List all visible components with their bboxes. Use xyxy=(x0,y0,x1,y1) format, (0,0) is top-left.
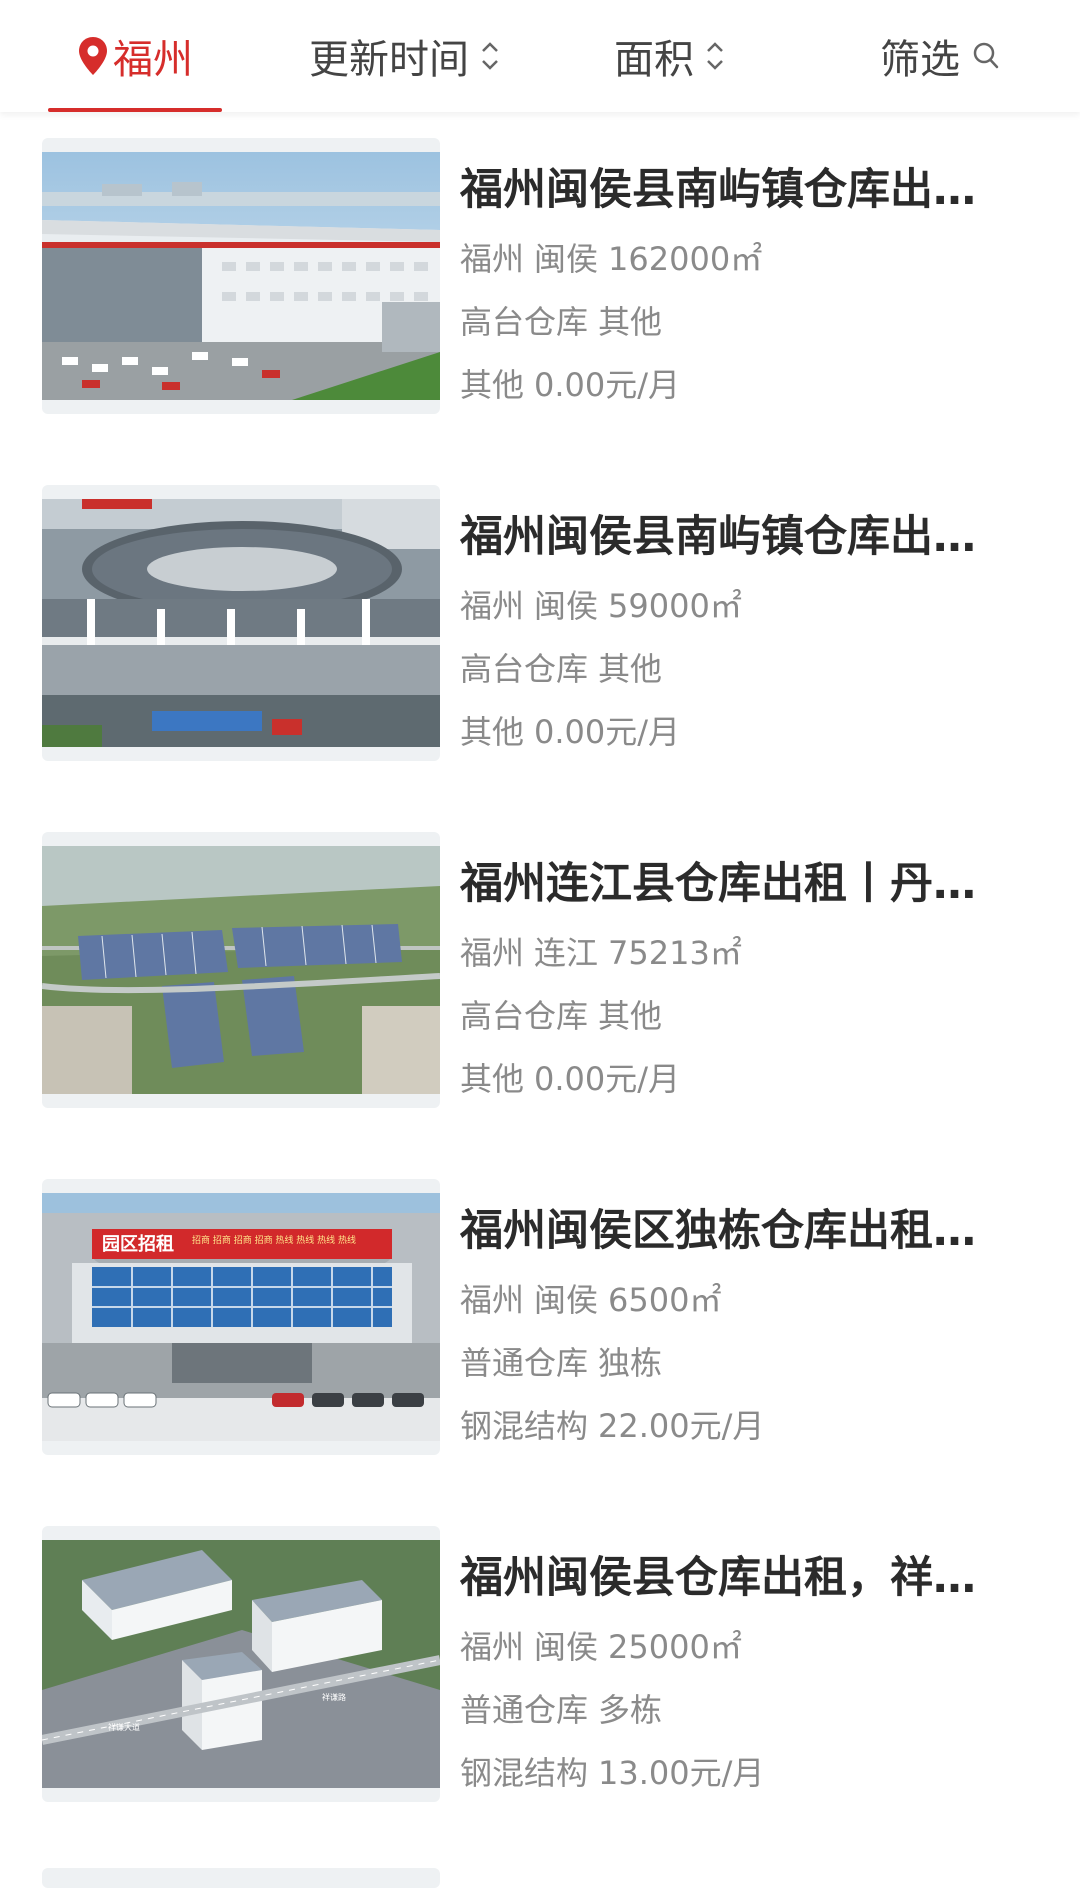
listing-location: 福州 连江 75213㎡ xyxy=(460,929,1020,977)
warehouse-photo xyxy=(42,499,440,747)
listing-structure: 钢混结构 xyxy=(460,1754,589,1792)
listing-price: 其他 0.00元/月 xyxy=(460,1055,1020,1103)
listing-city: 福州 xyxy=(460,240,525,278)
listing-location: 福州 闽侯 6500㎡ xyxy=(460,1276,1020,1324)
warehouse-photo xyxy=(42,846,440,1094)
listing-structure: 其他 xyxy=(460,713,525,751)
listing-info: 福州闽侯县南屿镇仓库出… 福州 闽侯 59000㎡ 高台仓库 其他 其他 0.00元/月 xyxy=(460,507,1020,756)
listing-price-value: 0.00元/月 xyxy=(534,713,681,751)
warehouse-photo: 园区招租 招商 招商 招商 招商 热线 热线 热线 热线 xyxy=(42,1193,440,1441)
tab-time-label: 更新时间 xyxy=(309,37,469,83)
listing-thumbnail xyxy=(42,138,440,414)
listing-title[interactable]: 福州连江县仓库出租丨丹… xyxy=(460,854,1020,914)
listing-city: 福州 xyxy=(460,587,525,625)
listing-location: 福州 闽侯 25000㎡ xyxy=(460,1623,1020,1671)
listing-price-value: 0.00元/月 xyxy=(534,1060,681,1098)
listing-structure-type: 其他 xyxy=(598,303,663,341)
listing-card[interactable]: 福州闽侯县南屿镇仓库出… 福州 闽侯 162000㎡ 高台仓库 其他 其他 0.00元/… xyxy=(0,138,1080,438)
sort-updown-icon xyxy=(482,42,498,70)
listing-price: 其他 0.00元/月 xyxy=(460,361,1020,409)
listing-warehouse-type: 高台仓库 xyxy=(460,650,589,688)
banner-small-text: 招商 招商 招商 招商 热线 热线 热线 热线 xyxy=(192,1234,356,1246)
tab-sort-update-time[interactable]: 更新时间 xyxy=(290,0,520,112)
listing-thumbnail: 园区招租 招商 招商 招商 招商 热线 热线 热线 热线 xyxy=(42,1179,440,1455)
tab-city-label: 福州 xyxy=(113,37,193,83)
listing-structure-type: 多栋 xyxy=(598,1691,663,1729)
listing-thumbnail: 祥谦大道 祥谦路 xyxy=(42,1526,440,1802)
listing-structure: 其他 xyxy=(460,1060,525,1098)
listing-structure: 其他 xyxy=(460,366,525,404)
tab-area-label: 面积 xyxy=(614,37,694,83)
listing-area: 25000㎡ xyxy=(608,1628,742,1666)
listing-card[interactable]: 园区招租 招商 招商 招商 招商 热线 热线 热线 热线 福州闽侯区独栋仓库出租… xyxy=(0,1179,1080,1479)
tab-sort-area[interactable]: 面积 xyxy=(600,0,740,112)
location-pin-icon xyxy=(79,37,107,75)
listing-type: 高台仓库 其他 xyxy=(460,992,1020,1040)
listing-district: 闽侯 xyxy=(534,1281,599,1319)
listing-title[interactable]: 福州闽侯县南屿镇仓库出… xyxy=(460,160,1020,220)
listing-area: 162000㎡ xyxy=(608,240,763,278)
listing-location: 福州 闽侯 59000㎡ xyxy=(460,582,1020,630)
listing-info: 福州闽侯县南屿镇仓库出… 福州 闽侯 162000㎡ 高台仓库 其他 其他 0.00元/… xyxy=(460,160,1020,409)
tab-city[interactable]: 福州 xyxy=(48,0,222,112)
road-label: 祥谦大道 xyxy=(108,1722,140,1732)
warehouse-photo: 祥谦大道 祥谦路 xyxy=(42,1540,440,1788)
listing-structure-type: 独栋 xyxy=(598,1344,663,1382)
listing-card-partial[interactable] xyxy=(42,1868,440,1888)
listing-district: 闽侯 xyxy=(534,587,599,625)
listing-area: 6500㎡ xyxy=(608,1281,722,1319)
listing-warehouse-type: 高台仓库 xyxy=(460,303,589,341)
search-icon xyxy=(973,42,999,69)
tab-filter[interactable]: 筛选 xyxy=(870,0,1010,112)
listing-card[interactable]: 福州连江县仓库出租丨丹… 福州 连江 75213㎡ 高台仓库 其他 其他 0.00元/月 xyxy=(0,832,1080,1132)
listing-city: 福州 xyxy=(460,934,525,972)
filter-bar: 福州 更新时间 面积 筛选 xyxy=(0,0,1080,112)
listing-thumbnail xyxy=(42,832,440,1108)
listing-type: 高台仓库 其他 xyxy=(460,298,1020,346)
listing-type: 普通仓库 独栋 xyxy=(460,1339,1020,1387)
listing-card[interactable]: 福州闽侯县南屿镇仓库出… 福州 闽侯 59000㎡ 高台仓库 其他 其他 0.00元/月 xyxy=(0,485,1080,785)
listing-price-value: 13.00元/月 xyxy=(598,1754,765,1792)
listing-thumbnail xyxy=(42,485,440,761)
listing-price-value: 22.00元/月 xyxy=(598,1407,765,1445)
listing-warehouse-type: 高台仓库 xyxy=(460,997,589,1035)
listing-location: 福州 闽侯 162000㎡ xyxy=(460,235,1020,283)
warehouse-photo xyxy=(42,152,440,400)
listing-info: 福州闽侯区独栋仓库出租… 福州 闽侯 6500㎡ 普通仓库 独栋 钢混结构 22.00元… xyxy=(460,1201,1020,1450)
listing-district: 闽侯 xyxy=(534,240,599,278)
sort-updown-icon xyxy=(707,42,723,70)
listing-structure: 钢混结构 xyxy=(460,1407,589,1445)
listing-info: 福州连江县仓库出租丨丹… 福州 连江 75213㎡ 高台仓库 其他 其他 0.00元/月 xyxy=(460,854,1020,1103)
listing-city: 福州 xyxy=(460,1281,525,1319)
tab-filter-label: 筛选 xyxy=(880,37,960,83)
listing-type: 高台仓库 其他 xyxy=(460,645,1020,693)
listing-price: 其他 0.00元/月 xyxy=(460,708,1020,756)
listing-info: 福州闽侯县仓库出租，祥… 福州 闽侯 25000㎡ 普通仓库 多栋 钢混结构 13.00… xyxy=(460,1548,1020,1797)
listing-warehouse-type: 普通仓库 xyxy=(460,1344,589,1382)
listing-title[interactable]: 福州闽侯县仓库出租，祥… xyxy=(460,1548,1020,1608)
listing-card[interactable]: 祥谦大道 祥谦路 福州闽侯县仓库出租，祥… 福州 闽侯 25000㎡ 普通仓库 多栋 … xyxy=(0,1526,1080,1826)
listing-type: 普通仓库 多栋 xyxy=(460,1686,1020,1734)
banner-main-text: 园区招租 xyxy=(102,1233,174,1255)
listing-warehouse-type: 普通仓库 xyxy=(460,1691,589,1729)
listing-district: 连江 xyxy=(534,934,599,972)
tab-active-indicator xyxy=(48,108,222,112)
listing-title[interactable]: 福州闽侯区独栋仓库出租… xyxy=(460,1201,1020,1261)
listing-city: 福州 xyxy=(460,1628,525,1666)
listing-price: 钢混结构 13.00元/月 xyxy=(460,1749,1020,1797)
listing-price-value: 0.00元/月 xyxy=(534,366,681,404)
listing-structure-type: 其他 xyxy=(598,997,663,1035)
road-label: 祥谦路 xyxy=(322,1692,346,1702)
listing-area: 59000㎡ xyxy=(608,587,742,625)
listing-title[interactable]: 福州闽侯县南屿镇仓库出… xyxy=(460,507,1020,567)
listing-district: 闽侯 xyxy=(534,1628,599,1666)
listing-structure-type: 其他 xyxy=(598,650,663,688)
listing-price: 钢混结构 22.00元/月 xyxy=(460,1402,1020,1450)
listing-area: 75213㎡ xyxy=(608,934,742,972)
